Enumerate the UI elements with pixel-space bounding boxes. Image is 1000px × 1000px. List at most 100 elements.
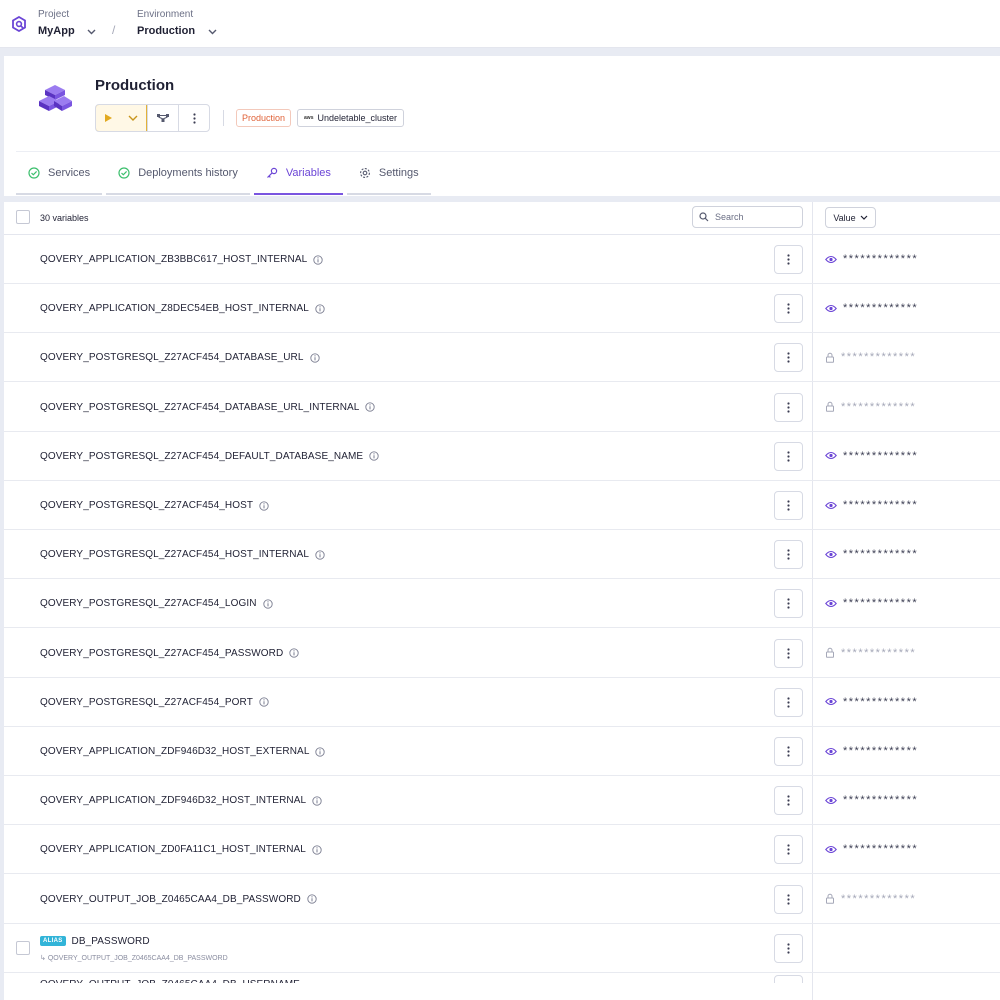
table-row: QOVERY_POSTGRESQL_Z27ACF454_LOGIN *******… [4,579,1000,629]
eye-icon[interactable] [825,599,837,608]
info-icon [315,304,325,314]
value-column-dropdown[interactable]: Value [825,207,876,228]
variable-key: QOVERY_POSTGRESQL_Z27ACF454_HOST [40,500,254,511]
variable-name: QOVERY_OUTPUT_JOB_Z0465CAA4_DB_PASSWORD [40,894,317,905]
environment-selector[interactable]: Environment Production [137,9,217,39]
environment-value: Production [137,25,196,37]
variable-value: ************* [825,843,918,855]
eye-icon[interactable] [825,451,837,460]
info-icon [312,796,322,806]
variable-key: DB_PASSWORD [71,935,150,947]
table-row: QOVERY_APPLICATION_ZDF946D32_HOST_INTERN… [4,776,1000,826]
select-all-checkbox[interactable] [16,210,30,224]
masked-value: ************* [843,253,919,265]
variable-name: QOVERY_OUTPUT_JOB_Z0465CAA4_DB_USERNAME [40,979,300,983]
variable-key: QOVERY_POSTGRESQL_Z27ACF454_DEFAULT_DATA… [40,450,364,462]
table-row: QOVERY_OUTPUT_JOB_Z0465CAA4_DB_PASSWORD *… [4,875,1000,924]
tab-label: Variables [285,166,331,179]
tab-services[interactable]: Services [16,152,103,195]
row-actions-button[interactable] [774,245,803,274]
masked-value: ************* [843,548,919,561]
variable-value: ************* [825,794,918,806]
variable-key: QOVERY_POSTGRESQL_Z27ACF454_PORT [40,696,253,708]
info-icon [315,550,325,560]
cluster-badge[interactable]: aws Undeletable_cluster [297,109,405,127]
lock-icon [826,401,834,412]
table-header: 30 variables Search Value [4,202,1000,235]
eye-icon[interactable] [825,255,837,264]
tab-label: Deployments history [138,166,238,179]
row-actions-button[interactable] [774,786,803,816]
masked-value: ************* [843,597,919,610]
gear-icon [359,167,370,178]
tab-variables[interactable]: Variables [253,152,343,195]
row-actions-button[interactable] [774,540,803,570]
search-input[interactable]: Search [692,206,803,228]
variable-name: QOVERY_POSTGRESQL_Z27ACF454_LOGIN [40,598,273,609]
row-actions-button[interactable] [774,933,803,963]
project-selector[interactable]: Project MyApp [38,9,96,39]
eye-icon[interactable] [825,796,837,805]
environment-label: Environment [137,9,194,20]
eye-icon[interactable] [825,550,837,559]
more-vertical-icon [787,401,790,413]
row-actions-button[interactable] [774,687,803,717]
pipeline-button[interactable] [147,105,178,131]
variable-key: QOVERY_APPLICATION_ZD0FA11C1_HOST_INTERN… [40,844,306,856]
more-vertical-icon [787,598,790,609]
masked-value: ************* [843,302,919,315]
variable-name: QOVERY_POSTGRESQL_Z27ACF454_PASSWORD [40,648,299,659]
info-icon [312,845,322,855]
row-actions-button[interactable] [774,638,803,668]
table-row: QOVERY_POSTGRESQL_Z27ACF454_HOST_INTERNA… [4,530,1000,580]
chevron-down-icon [860,215,868,220]
variable-name: QOVERY_APPLICATION_Z8DEC54EB_HOST_INTERN… [40,303,325,314]
info-icon [369,451,379,461]
tab-deployments-history[interactable]: Deployments history [106,152,250,195]
tab-settings[interactable]: Settings [346,152,431,195]
eye-icon[interactable] [825,845,837,854]
variable-name: ALIAS DB_PASSWORD [40,936,150,947]
table-row-alias: ALIAS DB_PASSWORD ↳ QOVERY_OUTPUT_JOB_Z046… [4,924,1000,973]
project-value: MyApp [38,25,75,37]
info-icon [315,746,326,757]
variable-name: QOVERY_APPLICATION_ZDF946D32_HOST_INTERN… [40,795,322,806]
deploy-button[interactable] [96,105,147,131]
chevron-down-icon [87,29,96,35]
variable-key: QOVERY_POSTGRESQL_Z27ACF454_HOST_INTERNA… [40,549,310,561]
variable-value: ************* [825,548,918,560]
more-vertical-icon [787,943,790,954]
more-vertical-icon [787,352,790,363]
row-actions-button[interactable] [774,835,803,865]
variable-name: QOVERY_APPLICATION_ZDF946D32_HOST_EXTERN… [40,746,326,757]
variable-value: ************* [825,253,918,265]
variable-value: ************* [825,893,916,905]
row-actions-button[interactable] [774,343,803,373]
info-icon [309,353,320,363]
row-actions-button[interactable] [774,441,803,471]
eye-icon[interactable] [825,304,837,313]
row-actions-button[interactable] [774,294,803,324]
environment-header: Production Production aws Undeletable_cl… [4,56,1000,196]
info-icon [307,894,317,904]
row-actions-button[interactable] [774,975,803,983]
eye-icon[interactable] [825,697,837,706]
eye-icon[interactable] [825,501,837,510]
more-options-button[interactable] [178,105,209,131]
environment-toolbar: Production aws Undeletable_cluster [95,104,405,132]
variable-value: ************* [825,499,918,511]
row-actions-button[interactable] [774,491,803,520]
more-vertical-icon [787,647,790,659]
top-nav: Project MyApp / Environment Production [0,0,1000,48]
table-row: QOVERY_POSTGRESQL_Z27ACF454_PASSWORD ****… [4,629,1000,678]
row-actions-button[interactable] [774,737,803,766]
row-checkbox[interactable] [16,940,30,955]
eye-icon[interactable] [825,747,837,756]
row-actions-button[interactable] [774,392,803,422]
variable-name: QOVERY_APPLICATION_ZD0FA11C1_HOST_INTERN… [40,844,322,855]
qovery-logo-icon[interactable] [11,16,27,32]
table-row: QOVERY_POSTGRESQL_Z27ACF454_HOST ********… [4,481,1000,530]
row-actions-button[interactable] [774,884,803,914]
more-vertical-icon [787,254,790,265]
row-actions-button[interactable] [774,589,803,619]
